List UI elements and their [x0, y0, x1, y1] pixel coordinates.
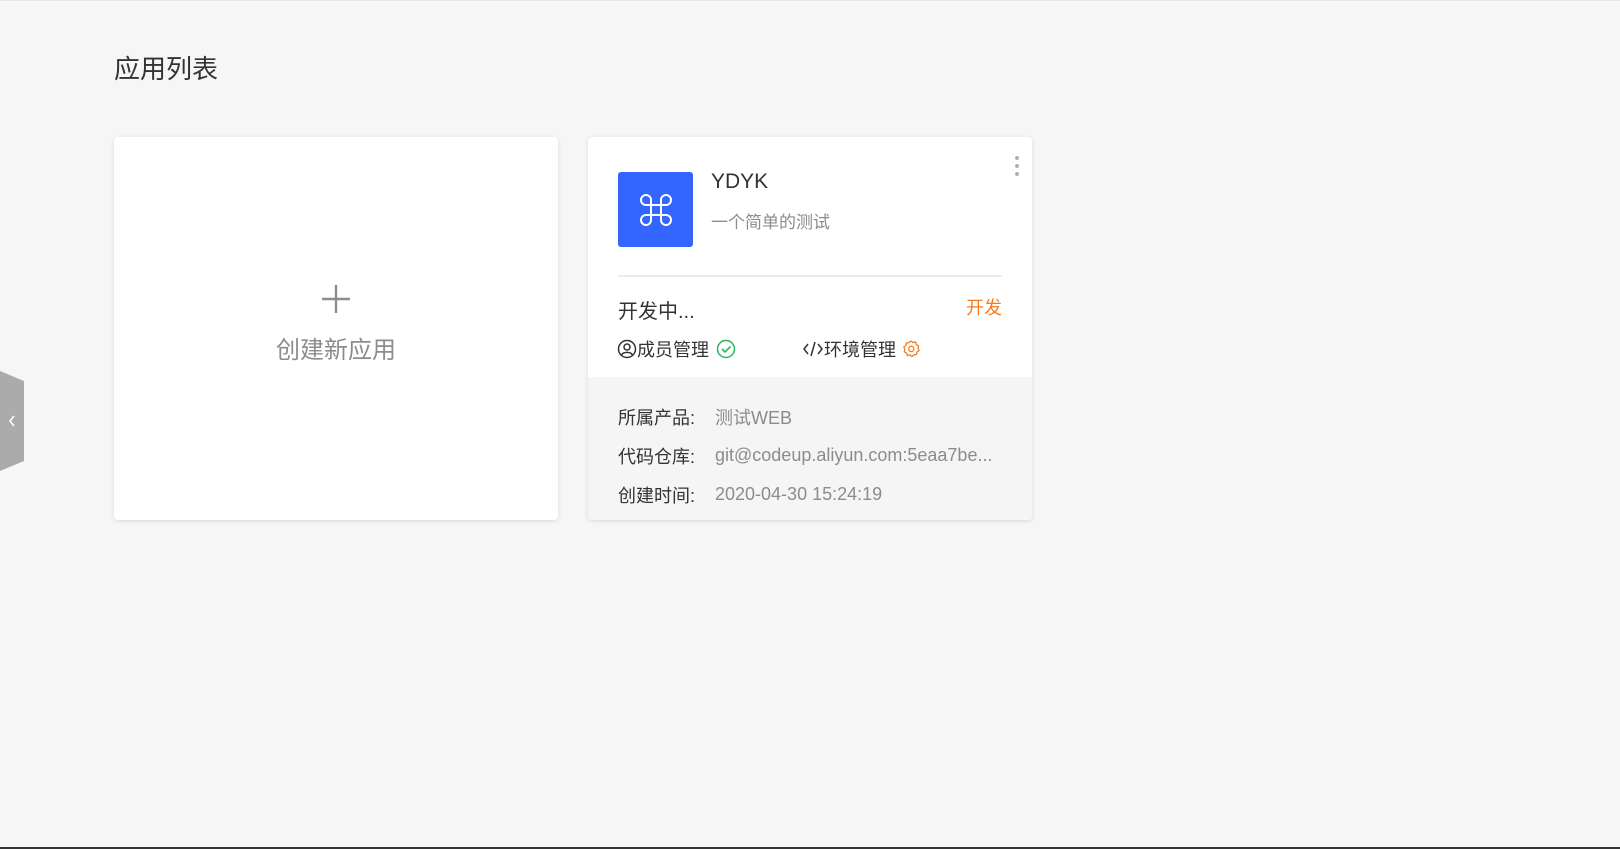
app-list-page: 应用列表 创建新应用 YDYK 一个简单的测试 开发中... 开发 成员管理 环… [0, 0, 1620, 849]
more-vertical-icon-dot [1015, 172, 1019, 176]
chevron-left-icon [8, 415, 15, 427]
user-circle-icon [617, 339, 637, 359]
page-title: 应用列表 [114, 54, 219, 84]
more-vertical-icon-dot [1015, 164, 1019, 168]
code-icon [803, 341, 823, 357]
divider [618, 275, 1002, 277]
more-options-button[interactable] [1012, 154, 1022, 178]
develop-link[interactable]: 开发 [966, 294, 1002, 320]
app-icon [618, 172, 693, 247]
create-app-label: 创建新应用 [276, 337, 396, 364]
create-app-card[interactable]: 创建新应用 [114, 137, 558, 520]
app-status: 开发中... [618, 301, 695, 323]
info-row-repository: 代码仓库: git@codeup.aliyun.com:5eaa7be... [618, 436, 1002, 475]
check-circle-icon [716, 339, 736, 359]
app-info-panel: 所属产品: 测试WEB 代码仓库: git@codeup.aliyun.com:… [588, 377, 1032, 520]
app-card[interactable]: YDYK 一个简单的测试 开发中... 开发 成员管理 环境管理 所属产品: 测… [588, 137, 1032, 520]
sidebar-toggle-button[interactable] [0, 371, 24, 471]
info-value: git@codeup.aliyun.com:5eaa7be... [715, 445, 993, 465]
plus-icon [322, 285, 350, 313]
app-card-header: YDYK 一个简单的测试 开发中... 开发 成员管理 环境管理 [588, 137, 1032, 377]
member-management-label: 成员管理 [637, 340, 709, 360]
info-label: 所属产品: [618, 407, 696, 428]
more-vertical-icon [1015, 156, 1019, 160]
info-label: 代码仓库: [618, 446, 696, 467]
info-value: 测试WEB [715, 407, 793, 428]
environment-management-link[interactable]: 环境管理 [802, 336, 921, 362]
info-row-product: 所属产品: 测试WEB [618, 397, 1002, 436]
app-description: 一个简单的测试 [711, 213, 830, 232]
app-name: YDYK [711, 170, 769, 193]
environment-management-label: 环境管理 [824, 340, 896, 360]
info-row-created-time: 创建时间: 2020-04-30 15:24:19 [618, 475, 1002, 514]
command-icon [639, 193, 672, 226]
member-management-link[interactable]: 成员管理 [617, 336, 736, 362]
gear-icon [902, 340, 920, 358]
info-value: 2020-04-30 15:24:19 [715, 484, 883, 504]
info-label: 创建时间: [618, 485, 696, 506]
